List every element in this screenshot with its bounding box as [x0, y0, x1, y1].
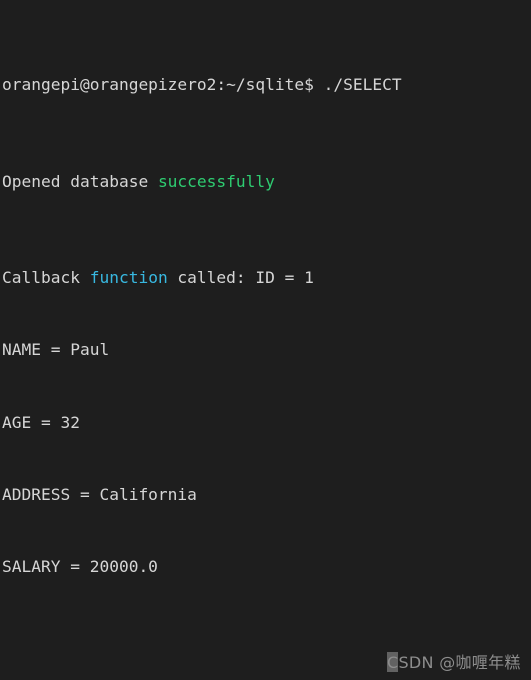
shell-command: ./SELECT	[313, 75, 402, 95]
callback-prefix: Callback	[2, 268, 90, 288]
shell-prompt: orangepi@orangepizero2:~/sqlite$	[2, 75, 314, 95]
record-name-line: NAME = Paul	[2, 340, 110, 360]
callback-suffix: called: ID = 1	[167, 268, 314, 288]
terminal-cursor	[387, 652, 398, 672]
terminal-line-prompt-command: orangepi@orangepizero2:~/sqlite$ ./SELEC…	[2, 73, 531, 97]
terminal-line-opened-database: Opened database successfully	[2, 170, 531, 194]
record-address-line: ADDRESS = California	[2, 484, 197, 504]
terminal-line-callback-1: Callback function called: ID = 1	[2, 266, 531, 290]
opened-database-label: Opened database	[2, 171, 158, 191]
terminal-window[interactable]: orangepi@orangepizero2:~/sqlite$ ./SELEC…	[0, 0, 531, 680]
terminal-screen: orangepi@orangepizero2:~/sqlite$ ./SELEC…	[2, 1, 531, 680]
record-age-line: AGE = 32	[2, 412, 80, 432]
record-salary-line: SALARY = 20000.0	[2, 557, 158, 577]
opened-database-status: successfully	[157, 171, 275, 191]
callback-keyword: function	[89, 268, 168, 288]
